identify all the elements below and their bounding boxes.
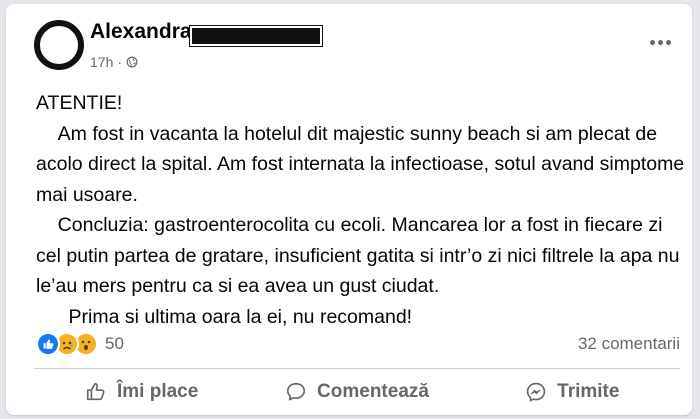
comment-label: Comentează <box>317 381 429 402</box>
reactions-summary[interactable]: 50 <box>36 332 124 356</box>
meta-separator: · <box>117 54 123 70</box>
avatar[interactable] <box>34 20 84 70</box>
dot-icon <box>665 39 671 45</box>
post-time[interactable]: 17h <box>90 54 113 70</box>
dot-icon <box>649 39 655 45</box>
post-body: ATENTIE! Am fost in vacanta la hotelul d… <box>36 88 686 332</box>
post-paragraph: Am fost in vacanta la hotelul dit majest… <box>36 122 690 206</box>
author-name[interactable]: Alexandra <box>90 20 192 44</box>
redaction-bar <box>190 26 322 46</box>
globe-icon <box>126 56 138 68</box>
comment-count[interactable]: 32 comentarii <box>578 334 680 354</box>
share-button[interactable]: Trimite <box>465 372 680 412</box>
like-button[interactable]: Îmi place <box>34 372 249 412</box>
post-paragraph: ATENTIE! <box>36 92 123 114</box>
dot-icon <box>657 39 663 45</box>
thumbs-up-icon <box>86 382 105 401</box>
more-options-button[interactable] <box>642 24 678 60</box>
like-icon <box>36 332 60 356</box>
comment-icon <box>286 382 306 401</box>
comment-button[interactable]: Comentează <box>249 372 464 412</box>
action-bar: Îmi place Comentează Trimite <box>34 372 680 412</box>
post-meta: 17h · <box>90 54 138 70</box>
reaction-count: 50 <box>105 334 124 353</box>
share-label: Trimite <box>557 381 620 402</box>
post-paragraph: Prima si ultima oara la ei, nu recomand! <box>36 305 413 328</box>
messenger-icon <box>526 382 546 402</box>
divider <box>34 368 680 369</box>
post-paragraph: Concluzia: gastroenterocolita cu ecoli. … <box>36 214 685 297</box>
like-label: Îmi place <box>117 381 199 402</box>
post-card: Alexandra 17h · ATENTIE! Am fost in vaca… <box>6 4 692 415</box>
